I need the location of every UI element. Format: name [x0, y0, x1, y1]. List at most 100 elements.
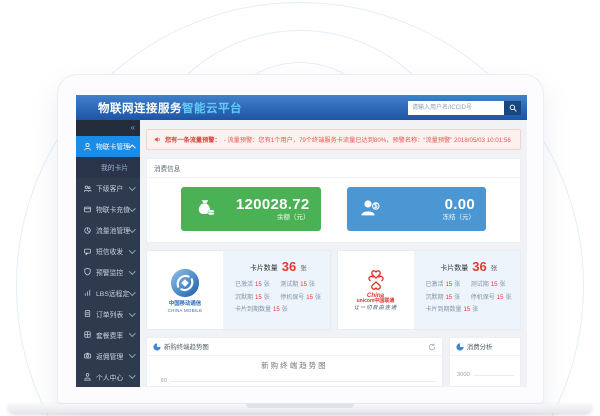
sidebar-item-label: 物联卡充值	[96, 204, 130, 214]
trend-chart-title: 新购终端趋势图	[147, 360, 442, 371]
stat-suspended: 停机保号15张	[471, 292, 512, 301]
sidebar-item-label: 返佣管理	[96, 351, 130, 361]
y-tick: 3000	[450, 372, 473, 378]
sidebar-item-data-pool[interactable]: 流量池管理	[76, 220, 140, 241]
china-mobile-logo-icon	[169, 267, 201, 299]
sidebar-item-rebate[interactable]: 返佣管理	[76, 345, 140, 366]
section-title: 消费信息	[147, 159, 520, 178]
sidebar-item-label: 预警监控	[96, 267, 130, 277]
person-dollar-icon	[358, 196, 384, 222]
document-icon	[83, 309, 92, 318]
chevron-down-icon	[129, 331, 135, 337]
stat-activated: 已激活15张	[235, 279, 276, 288]
trend-chart-area: 新购终端趋势图 80 60	[147, 356, 442, 387]
sidebar: « 物联卡管理 我的卡片 下级客户	[76, 120, 140, 387]
sidebar-item-label: 订单列表	[96, 309, 130, 319]
sidebar-item-label: 流量池管理	[96, 225, 130, 235]
sidebar-item-sub-customers[interactable]: 下级客户	[76, 178, 140, 199]
sidebar-item-label: 下级客户	[96, 183, 130, 193]
sidebar-item-orders[interactable]: 订单列表	[76, 303, 140, 324]
card-count-unit: 张	[300, 265, 307, 272]
card-count-value: 36	[472, 259, 486, 274]
pie-chart-icon	[83, 226, 92, 235]
card-count-label: 卡片数量	[250, 265, 278, 272]
sidebar-subitem-label: 我的卡片	[101, 162, 134, 172]
sim-card-icon	[83, 205, 92, 214]
frozen-label: 冻结（元）	[384, 215, 476, 222]
panel-pie-icon	[153, 343, 161, 351]
grid-icon	[83, 330, 92, 339]
search-icon	[509, 104, 517, 112]
card-count-label: 卡片数量	[440, 265, 468, 272]
chevron-up-icon	[129, 145, 135, 151]
title-primary: 物联网连接服务	[98, 103, 182, 115]
balance-value: 120028.72	[218, 197, 310, 212]
sidebar-item-my-cards[interactable]: 我的卡片	[76, 157, 140, 178]
user-icon	[83, 142, 92, 151]
sidebar-item-card-recharge[interactable]: 物联卡充值	[76, 199, 140, 220]
alert-label: 您有一条流量预警：	[165, 135, 221, 144]
chevron-down-icon	[129, 289, 135, 295]
sidebar-item-sms[interactable]: 短信收发	[76, 241, 140, 262]
page: 物联网连接服务智能云平台 «	[0, 0, 600, 416]
china-unicom-logo-icon	[364, 268, 388, 292]
traffic-alert-banner: 您有一条流量预警： - 流量预警：您有1个用户，79个终端服务卡流量已达到80%…	[146, 129, 521, 150]
stat-activated: 已激活15张	[426, 279, 467, 288]
shield-icon	[83, 267, 92, 276]
speaker-icon	[154, 136, 161, 143]
laptop-base	[8, 404, 592, 413]
search-bar	[408, 101, 521, 115]
sidebar-item-label: 短信收发	[96, 246, 130, 256]
chevron-down-icon	[129, 184, 135, 190]
trend-chart-panel: 新购终端趋势图 新购终端趋势图 80	[146, 337, 443, 387]
chevron-down-icon	[129, 205, 135, 211]
stat-testing: 测试期15张	[280, 279, 321, 288]
refresh-button[interactable]	[428, 343, 436, 351]
laptop-screen-frame: 物联网连接服务智能云平台 «	[57, 74, 544, 404]
sidebar-item-label: 个人中心	[96, 372, 130, 382]
china-unicom-card: China unicom中国联通 让一切自由连通 卡片数量 36 张	[337, 250, 522, 330]
stat-expiring: 卡片到期数量15张	[235, 304, 322, 313]
title-accent: 智能云平台	[182, 103, 242, 115]
sidebar-item-label: 套餐费率	[96, 330, 130, 340]
frozen-value: 0.00	[384, 197, 476, 212]
search-button[interactable]	[504, 101, 521, 115]
chevron-down-icon	[129, 247, 135, 253]
card-count-value: 36	[282, 259, 296, 274]
sidebar-item-package-rates[interactable]: 套餐费率	[76, 324, 140, 345]
chevron-down-icon	[129, 310, 135, 316]
y-tick: 80	[147, 378, 170, 384]
stat-silent: 沉默期15张	[235, 292, 276, 301]
signal-bars-icon	[83, 288, 92, 297]
chevron-down-icon	[129, 372, 135, 378]
sidebar-item-label: 物联卡管理	[96, 141, 130, 151]
sidebar-collapse-button[interactable]: «	[76, 120, 140, 136]
money-bag-icon	[192, 196, 218, 222]
card-count-line: 卡片数量 36 张	[235, 259, 322, 274]
china-unicom-text-line2: unicom中国联通	[357, 299, 395, 305]
camera-icon	[83, 351, 92, 360]
collapse-icon: «	[131, 123, 135, 132]
sidebar-item-lbs-location[interactable]: LBS远程定位	[76, 282, 140, 303]
chevron-down-icon	[129, 226, 135, 232]
card-count-unit: 张	[491, 265, 498, 272]
stat-expiring: 卡片到期数量15张	[426, 304, 513, 313]
china-mobile-en-text: CHINA MOBILE	[168, 308, 203, 313]
consume-info-panel: 消费信息 120028.72	[146, 158, 521, 243]
frozen-card: 0.00 冻结（元）	[347, 187, 487, 231]
sidebar-item-card-management[interactable]: 物联卡管理	[76, 136, 140, 157]
page-title: 物联网连接服务智能云平台	[98, 100, 242, 116]
analysis-panel-title: 消费分析	[467, 342, 493, 351]
stat-suspended: 停机保号15张	[280, 292, 321, 301]
trend-panel-title: 新购终端趋势图	[164, 342, 209, 351]
analysis-chart-area: 3000 2500	[450, 356, 520, 386]
refresh-icon	[428, 343, 436, 351]
sidebar-item-alert-monitor[interactable]: 预警监控	[76, 261, 140, 282]
panel-pie-icon	[456, 343, 464, 351]
chevron-down-icon	[129, 268, 135, 274]
card-count-line: 卡片数量 36 张	[426, 259, 513, 274]
china-mobile-logo: 中国移动通信 CHINA MOBILE	[147, 251, 223, 329]
sidebar-item-profile[interactable]: 个人中心	[76, 366, 140, 387]
search-input[interactable]	[408, 101, 504, 115]
users-icon	[83, 184, 92, 193]
